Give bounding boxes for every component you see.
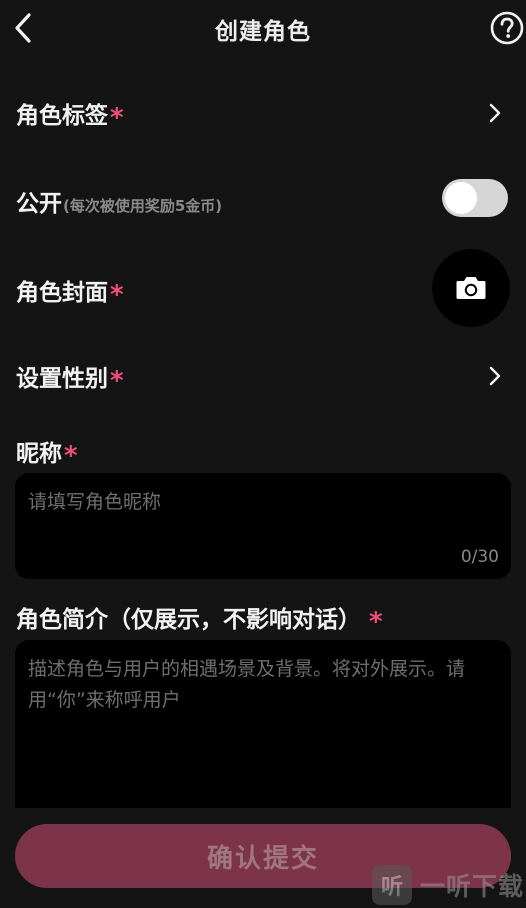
upload-cover-button[interactable] — [432, 249, 510, 327]
watermark-logo-icon: 听 — [371, 865, 412, 905]
nickname-header: 昵称* — [16, 432, 510, 472]
nickname-char-counter: 0/30 — [460, 547, 499, 567]
chevron-right-icon — [489, 103, 501, 123]
help-button[interactable] — [490, 11, 524, 45]
watermark: 听 一听下载 — [371, 862, 524, 908]
role-tags-row[interactable]: 角色标签* — [16, 94, 510, 134]
required-mark: * — [369, 607, 383, 637]
nickname-label: 昵称* — [16, 441, 78, 471]
nickname-input[interactable]: 请填写角色昵称 0/30 — [15, 473, 511, 579]
required-mark: * — [110, 366, 124, 396]
role-tags-label: 角色标签* — [16, 103, 124, 133]
required-mark: * — [64, 441, 78, 471]
camera-icon — [456, 277, 486, 299]
role-cover-row: 角色封面* — [16, 249, 510, 329]
public-toggle[interactable] — [442, 179, 508, 217]
help-circle-icon — [490, 11, 524, 45]
watermark-text: 一听下载 — [419, 872, 524, 901]
required-mark: * — [110, 280, 124, 310]
toggle-knob — [445, 182, 477, 214]
public-hint: (每次被使用奖励5金币) — [63, 197, 223, 215]
gender-row[interactable]: 设置性别* — [16, 357, 510, 397]
intro-placeholder: 描述角色与用户的相遇场景及背景。将对外展示。请用“你”来称呼用户 — [28, 658, 466, 711]
public-label: 公开(每次被使用奖励5金币) — [16, 191, 223, 217]
required-mark: * — [110, 103, 124, 133]
role-cover-label: 角色封面* — [16, 280, 124, 310]
submit-label: 确认提交 — [206, 843, 319, 874]
top-bar: 创建角色 — [0, 0, 526, 56]
intro-label: 角色简介（仅展示，不影响对话） * — [16, 607, 383, 637]
intro-header: 角色简介（仅展示，不影响对话） * — [16, 598, 510, 638]
chevron-right-icon — [489, 366, 501, 386]
gender-label: 设置性别* — [16, 366, 124, 396]
nickname-placeholder: 请填写角色昵称 — [28, 491, 162, 513]
public-row: 公开(每次被使用奖励5金币) — [16, 178, 510, 218]
page-title: 创建角色 — [215, 19, 311, 45]
